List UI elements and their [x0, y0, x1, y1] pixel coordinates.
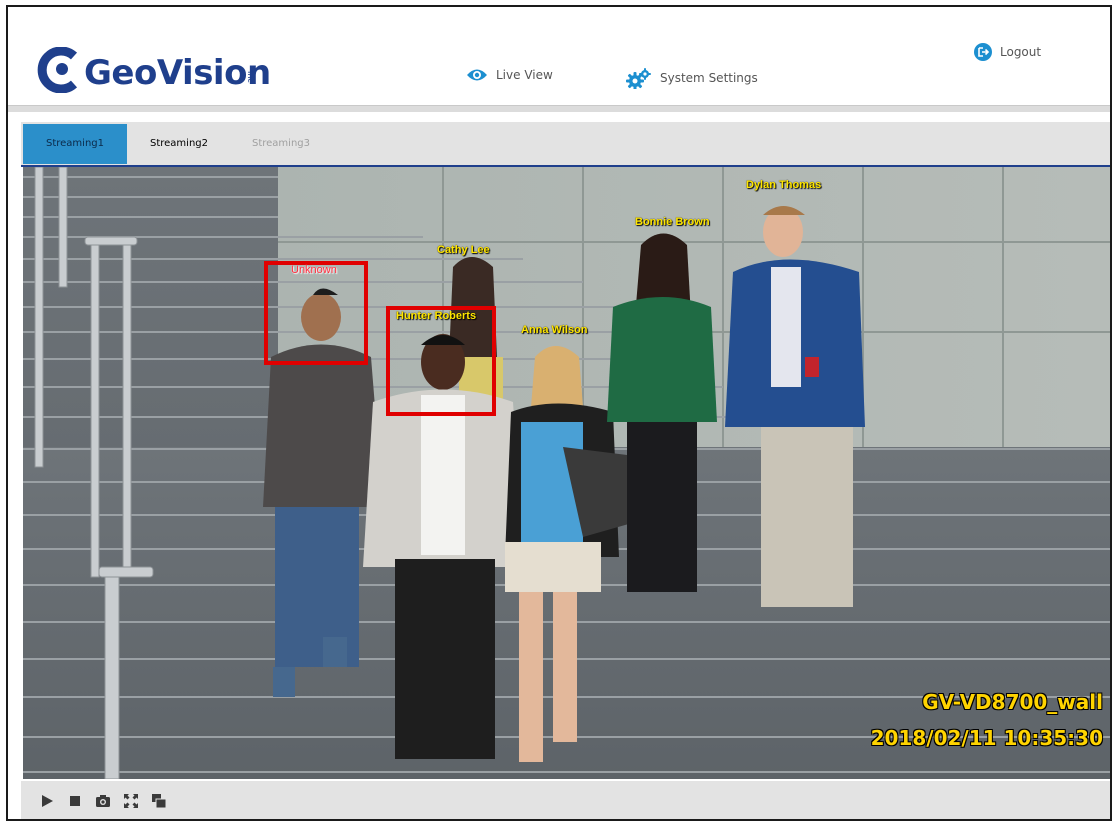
logo-mark-icon [37, 47, 78, 93]
brand-suffix: Inc [246, 71, 255, 83]
logout-label: Logout [1000, 45, 1042, 59]
camera-snapshot-icon[interactable] [95, 793, 111, 809]
header: GeoVision Inc Live View System Settings … [8, 7, 1110, 112]
nav-live-view[interactable]: Live View [466, 67, 553, 83]
tab-streaming3: Streaming3 [251, 138, 310, 149]
app-frame: GeoVision Inc Live View System Settings … [6, 5, 1112, 821]
tab-streaming2[interactable]: Streaming2 [129, 124, 229, 164]
face-label-unknown: Unknown [291, 264, 337, 276]
nav-live-view-label: Live View [496, 68, 553, 82]
face-label-anna-wilson: Anna Wilson [521, 324, 588, 336]
osd-timestamp: 2018/02/11 10:35:30 [870, 726, 1103, 750]
logout-button[interactable]: Logout [974, 43, 1041, 61]
multi-window-icon[interactable] [151, 793, 167, 809]
play-icon[interactable] [39, 793, 55, 809]
nav-system-settings-label: System Settings [660, 71, 758, 85]
stop-icon[interactable] [67, 793, 83, 809]
logout-icon [974, 43, 992, 61]
brand-name: GeoVision [84, 53, 271, 93]
header-divider [8, 105, 1110, 112]
face-box-unknown [264, 261, 368, 365]
gears-icon [626, 68, 651, 89]
eye-icon [467, 69, 487, 81]
camera-scene-image [23, 167, 1110, 779]
face-label-dylan-thomas: Dylan Thomas [746, 179, 822, 191]
tab-streaming1[interactable]: Streaming1 [23, 124, 127, 164]
face-label-hunter-roberts: Hunter Roberts [396, 310, 477, 322]
face-box-hunter-roberts [386, 306, 496, 416]
playback-controls [21, 781, 1110, 819]
face-label-bonnie-brown: Bonnie Brown [635, 216, 710, 228]
face-label-cathy-lee: Cathy Lee [437, 244, 490, 256]
live-video-view[interactable]: Unknown Cathy Lee Hunter Roberts Anna Wi… [23, 167, 1110, 779]
geovision-logo: GeoVision Inc [34, 45, 271, 105]
stream-tab-bar: Streaming1 Streaming2 Streaming3 [21, 122, 1110, 167]
osd-camera-name: GV-VD8700_wall [922, 690, 1103, 714]
fullscreen-icon[interactable] [123, 793, 139, 809]
nav-system-settings[interactable]: System Settings [626, 67, 758, 89]
